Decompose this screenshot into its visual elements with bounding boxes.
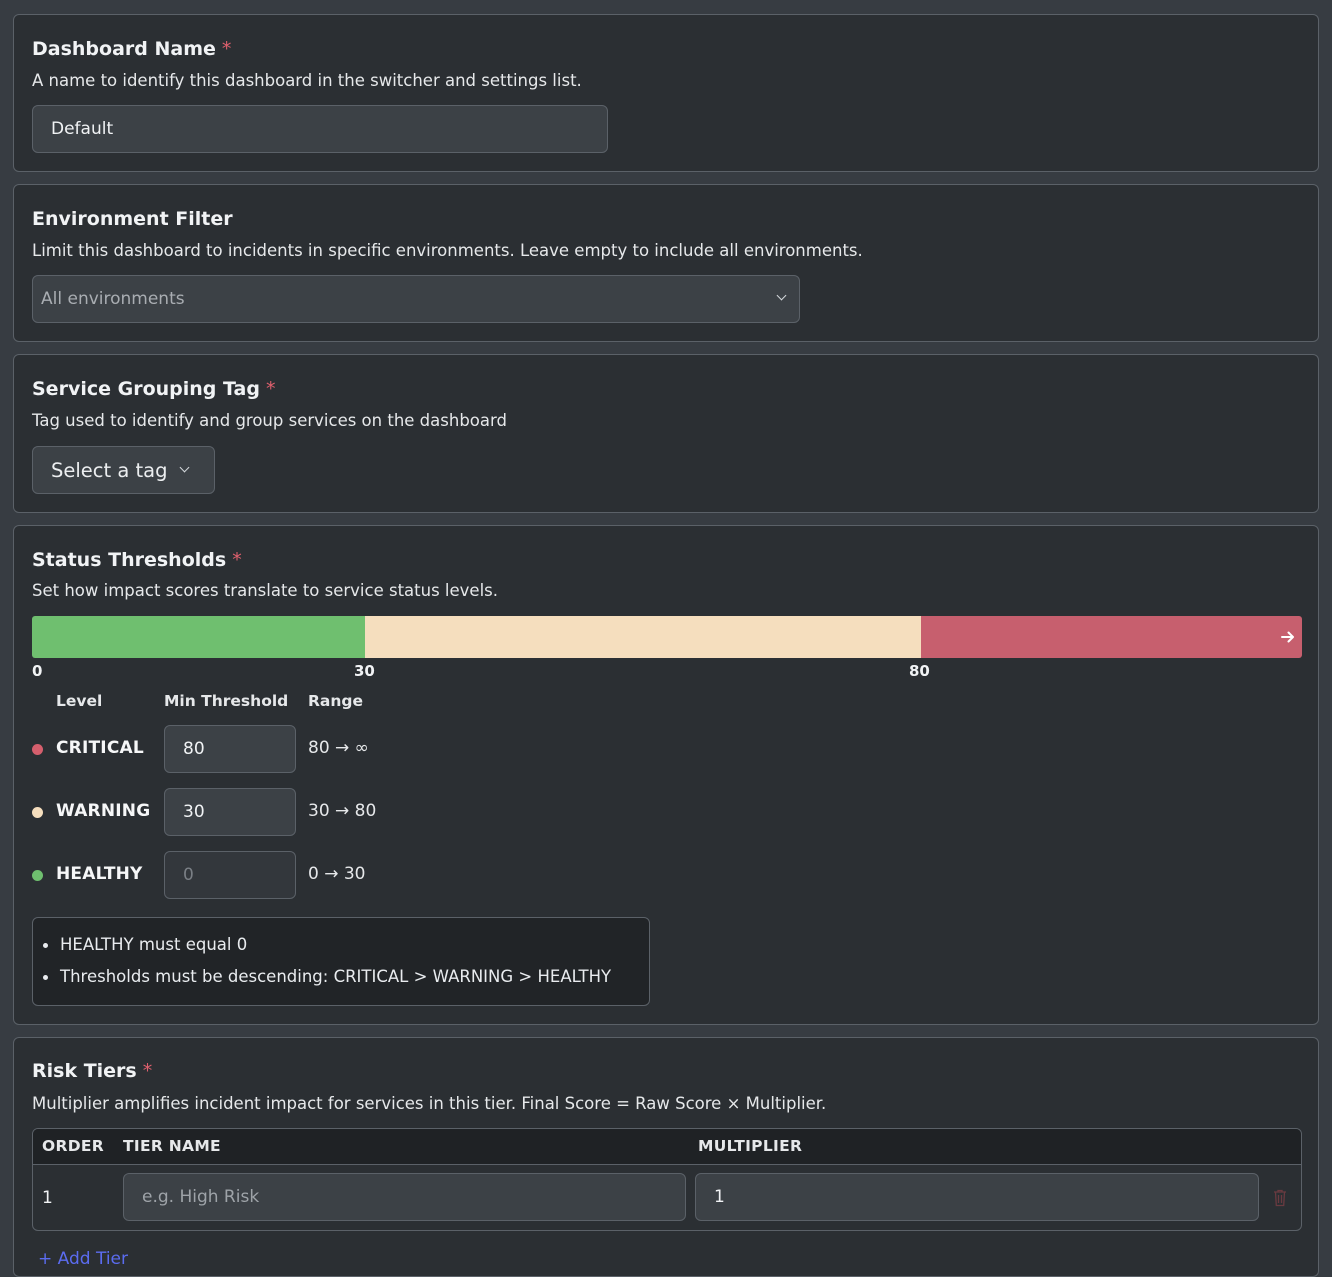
warning-range: 30 → 80 [308, 801, 377, 821]
environment-filter-description: Limit this dashboard to incidents in spe… [32, 241, 863, 260]
healthy-level-label: HEALTHY [56, 864, 143, 884]
add-tier-link[interactable]: + Add Tier [38, 1249, 128, 1269]
chevron-down-icon [776, 290, 787, 301]
required-mark: * [221, 38, 232, 60]
column-header-range: Range [308, 692, 364, 710]
critical-level-label: CRITICAL [56, 738, 144, 758]
validation-rules-box: HEALTHY must equal 0 Thresholds must be … [32, 917, 650, 1006]
dashboard-name-label: Dashboard Name * [32, 38, 232, 60]
environment-select-placeholder: All environments [41, 289, 185, 309]
service-grouping-section: Service Grouping Tag * Tag used to identi… [13, 354, 1319, 513]
status-thresholds-description: Set how impact scores translate to servi… [32, 581, 498, 600]
healthy-range: 0 → 30 [308, 864, 366, 884]
service-grouping-label: Service Grouping Tag * [32, 378, 276, 400]
tag-select-button[interactable]: Select a tag [32, 446, 215, 494]
threshold-segment-warning [365, 616, 921, 658]
warning-threshold-input[interactable]: 30 [164, 788, 296, 836]
environment-filter-section: Environment Filter Limit this dashboard … [13, 184, 1319, 342]
healthy-threshold-input[interactable]: 0 [164, 851, 296, 899]
validation-rule-item: Thresholds must be descending: CRITICAL … [43, 967, 611, 986]
critical-range: 80 → ∞ [308, 738, 369, 758]
status-thresholds-section: Status Thresholds * Set how impact scores… [13, 525, 1319, 1025]
risk-tiers-table-header: ORDER TIER NAME MULTIPLIER [33, 1129, 1301, 1165]
threshold-tick-30: 30 [354, 662, 375, 680]
critical-threshold-input[interactable]: 80 [164, 725, 296, 773]
tier-name-input[interactable]: e.g. High Risk [123, 1173, 686, 1221]
environment-select[interactable]: All environments [32, 275, 800, 323]
trash-icon[interactable] [1273, 1189, 1287, 1207]
threshold-tick-0: 0 [32, 662, 43, 680]
threshold-bar [32, 616, 1302, 658]
critical-status-dot [32, 744, 43, 755]
service-grouping-description: Tag used to identify and group services … [32, 411, 507, 430]
threshold-segment-healthy [32, 616, 365, 658]
risk-tiers-section: Risk Tiers * Multiplier amplifies inciden… [13, 1037, 1319, 1277]
column-header-level: Level [56, 692, 103, 710]
risk-tiers-label: Risk Tiers * [32, 1060, 153, 1082]
chevron-down-icon [180, 462, 190, 473]
warning-level-label: WARNING [56, 801, 151, 821]
threshold-segment-critical [921, 616, 1302, 658]
column-header-order: ORDER [42, 1137, 105, 1155]
required-mark: * [265, 378, 276, 400]
tier-order: 1 [42, 1188, 53, 1208]
warning-status-dot [32, 807, 43, 818]
validation-rule-item: HEALTHY must equal 0 [43, 935, 247, 954]
table-row: 1 e.g. High Risk 1 [33, 1165, 1301, 1230]
column-header-min-threshold: Min Threshold [164, 692, 289, 710]
environment-filter-label: Environment Filter [32, 208, 233, 230]
threshold-tick-80: 80 [909, 662, 930, 680]
risk-tiers-description: Multiplier amplifies incident impact for… [32, 1094, 827, 1113]
dashboard-name-value: Default [51, 119, 114, 139]
column-header-multiplier: MULTIPLIER [698, 1137, 803, 1155]
arrow-right-icon [1281, 631, 1294, 643]
required-mark: * [232, 549, 242, 571]
risk-tiers-table: ORDER TIER NAME MULTIPLIER 1 e.g. High R… [32, 1128, 1302, 1231]
multiplier-input[interactable]: 1 [695, 1173, 1259, 1221]
status-thresholds-label: Status Thresholds * [32, 549, 242, 571]
tag-select-label: Select a tag [51, 458, 168, 482]
dashboard-name-input[interactable]: Default [32, 105, 608, 153]
required-mark: * [142, 1060, 153, 1082]
column-header-tier-name: TIER NAME [123, 1137, 221, 1155]
dashboard-name-section: Dashboard Name * A name to identify this … [13, 14, 1319, 172]
healthy-status-dot [32, 870, 43, 881]
dashboard-name-description: A name to identify this dashboard in the… [32, 71, 582, 90]
